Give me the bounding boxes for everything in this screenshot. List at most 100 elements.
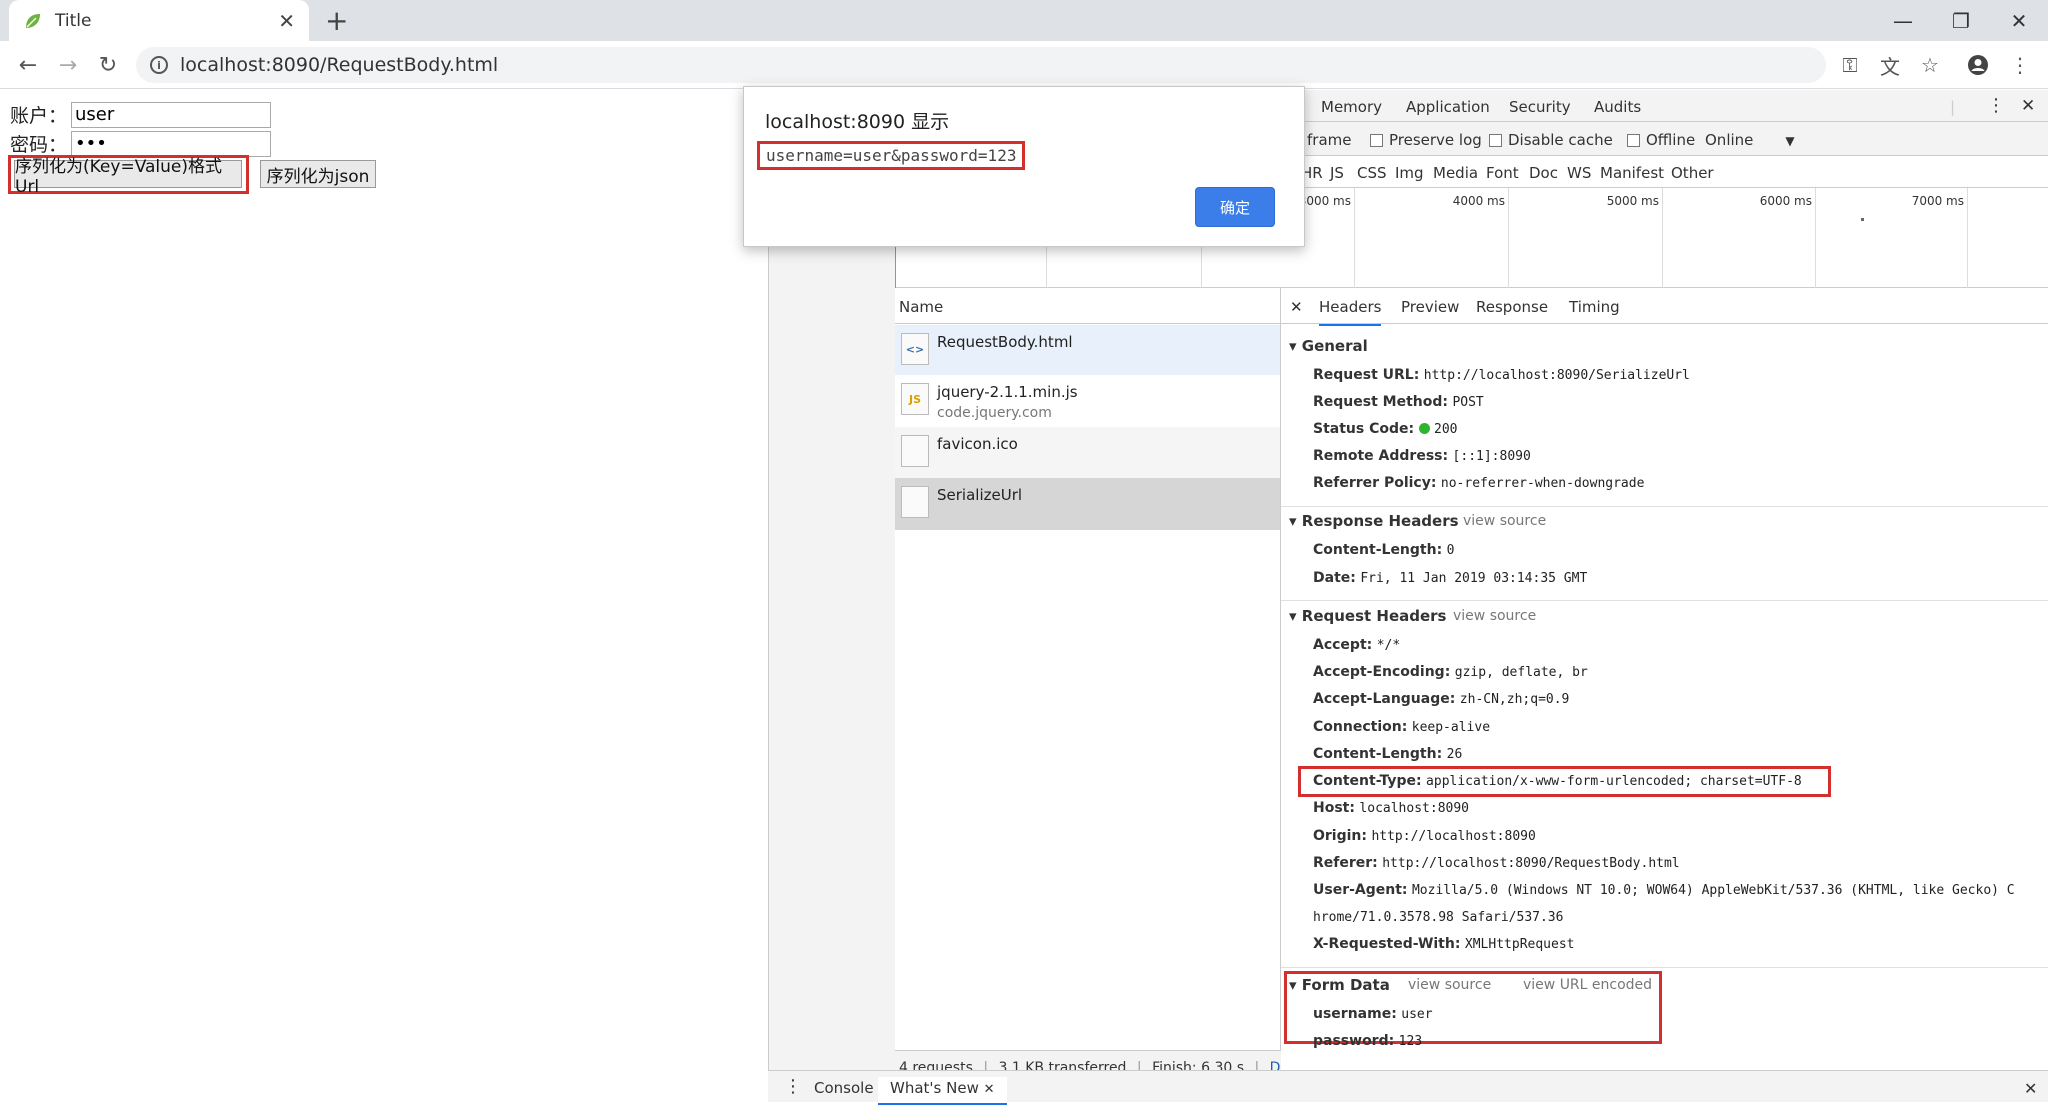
devtools-drawer: ⋮ Console What's New ✕ ✕ [768, 1070, 2048, 1105]
timeline-tick-label: 7000 ms [1911, 194, 1964, 208]
serialize-json-button[interactable]: 序列化为json [260, 160, 376, 188]
request-row[interactable]: JS jquery-2.1.1.min.js code.jquery.com [895, 375, 1280, 427]
section-title: General [1301, 337, 1368, 355]
throttle-select[interactable]: Online ▼ [1705, 131, 1795, 149]
form-data-line: password: 123 [1313, 1033, 1422, 1049]
tab-application[interactable]: Application [1406, 98, 1490, 116]
serialize-url-button[interactable]: 序列化为(Key=Value)格式Url [14, 157, 242, 197]
header-value: */* [1376, 638, 1401, 653]
tab-close-icon[interactable]: ✕ [278, 9, 295, 33]
column-header-name[interactable]: Name [895, 288, 1280, 324]
divider [1281, 967, 2048, 968]
username-label: 账户： [10, 105, 68, 127]
drawer-menu-icon[interactable]: ⋮ [784, 1076, 802, 1097]
view-source-link[interactable]: view source [1408, 977, 1491, 993]
address-bar[interactable]: i localhost:8090/RequestBody.html [136, 47, 1826, 83]
request-domain: code.jquery.com [937, 405, 1052, 421]
section-general[interactable]: ▾ General [1289, 337, 1368, 355]
view-source-link[interactable]: view source [1463, 513, 1546, 529]
timeline-tick: 7000 ms [1912, 188, 1968, 288]
tab-security[interactable]: Security [1509, 98, 1571, 116]
browser-tab[interactable]: Title ✕ [9, 0, 309, 41]
back-icon[interactable]: ← [10, 41, 46, 89]
tab-response[interactable]: Response [1476, 298, 1548, 316]
username-input[interactable] [71, 101, 272, 128]
offline-label: Offline [1646, 131, 1696, 149]
filter-font[interactable]: Font [1486, 164, 1519, 182]
timeline-tick-label: 6000 ms [1759, 194, 1812, 208]
file-icon [901, 435, 929, 467]
preserve-log-checkbox[interactable] [1370, 134, 1383, 147]
translate-icon[interactable]: 文 [1874, 49, 1906, 81]
section-form-data[interactable]: ▾ Form Data [1289, 976, 1390, 994]
new-tab-button[interactable]: + [325, 4, 348, 37]
timeline-tick: 6000 ms [1760, 188, 1816, 288]
view-url-encoded-link[interactable]: view URL encoded [1523, 977, 1652, 993]
tab-timing[interactable]: Timing [1569, 298, 1620, 316]
drawer-tab-console[interactable]: Console [814, 1079, 874, 1097]
drawer-close-icon[interactable]: ✕ [2024, 1079, 2037, 1098]
header-key: Content-Type: [1313, 773, 1422, 789]
divider: | [1950, 98, 1956, 116]
reload-icon[interactable]: ↻ [90, 41, 126, 89]
expand-triangle-icon: ▾ [1289, 976, 1302, 994]
form-value: 123 [1398, 1034, 1423, 1049]
header-line: User-Agent: Mozilla/5.0 (Windows NT 10.0… [1313, 882, 2015, 898]
tab-preview[interactable]: Preview [1401, 298, 1459, 316]
status-green-dot-icon [1418, 423, 1430, 434]
header-key: Request Method: [1313, 394, 1448, 410]
menu-icon[interactable]: ⋮ [2004, 49, 2036, 81]
drawer-tab-close-icon[interactable]: ✕ [984, 1082, 995, 1097]
section-title: Form Data [1301, 976, 1390, 994]
header-value: POST [1452, 395, 1484, 410]
request-row[interactable]: <> RequestBody.html [895, 325, 1280, 375]
filter-media[interactable]: Media [1433, 164, 1478, 182]
offline-checkbox[interactable] [1627, 134, 1640, 147]
tab-audits[interactable]: Audits [1594, 98, 1641, 116]
filter-manifest[interactable]: Manifest [1600, 164, 1664, 182]
header-value: application/x-www-form-urlencoded; chars… [1426, 774, 1802, 789]
devtools-menu-icon[interactable]: ⋮ [1987, 95, 2005, 116]
filter-js[interactable]: JS [1330, 164, 1344, 182]
disable-cache-checkbox[interactable] [1489, 134, 1502, 147]
offline-option[interactable]: Offline [1627, 131, 1695, 149]
section-request-headers[interactable]: ▾ Request Headers [1289, 607, 1447, 625]
header-line: Request Method: POST [1313, 394, 1484, 410]
request-row[interactable]: favicon.ico [895, 427, 1280, 478]
divider [1281, 506, 2048, 507]
tab-memory[interactable]: Memory [1321, 98, 1382, 116]
preserve-log-option[interactable]: Preserve log [1370, 131, 1482, 149]
header-value: no-referrer-when-downgrade [1440, 476, 1645, 491]
filter-img[interactable]: Img [1395, 164, 1424, 182]
filter-other[interactable]: Other [1671, 164, 1714, 182]
disable-cache-option[interactable]: Disable cache [1489, 131, 1613, 149]
filter-css[interactable]: CSS [1357, 164, 1387, 182]
header-line: hrome/71.0.3578.98 Safari/537.36 [1313, 909, 1563, 925]
forward-icon[interactable]: → [50, 41, 86, 89]
key-icon[interactable]: ⚿ [1834, 49, 1866, 81]
drawer-tab-label: What's New [890, 1079, 979, 1097]
filter-ws[interactable]: WS [1567, 164, 1591, 182]
ok-button[interactable]: 确定 [1195, 187, 1275, 227]
section-response-headers[interactable]: ▾ Response Headers [1289, 512, 1459, 530]
tab-headers[interactable]: Headers [1319, 298, 1382, 326]
timeline-tick-label: 5000 ms [1606, 194, 1659, 208]
drawer-tab-whats-new[interactable]: What's New ✕ [878, 1077, 1007, 1105]
header-value: 200 [1434, 422, 1458, 437]
bookmark-star-icon[interactable]: ☆ [1914, 49, 1946, 81]
details-close-icon[interactable]: ✕ [1290, 298, 1303, 316]
view-source-link[interactable]: view source [1453, 608, 1536, 624]
minimize-button[interactable]: — [1874, 0, 1932, 41]
details-tabs: ✕ Headers Preview Response Timing [1281, 288, 2048, 326]
profile-icon[interactable] [1962, 49, 1994, 81]
expand-triangle-icon: ▾ [1289, 512, 1302, 530]
form-key: password: [1313, 1033, 1395, 1049]
window-close-button[interactable]: ✕ [1990, 0, 2048, 41]
devtools-close-icon[interactable]: ✕ [2021, 96, 2035, 116]
restore-button[interactable]: ❐ [1932, 0, 1990, 41]
request-row[interactable]: SerializeUrl [895, 478, 1280, 530]
frame-option[interactable]: frame [1307, 131, 1351, 149]
info-icon[interactable]: i [150, 56, 168, 74]
timeline-tick-label: 4000 ms [1452, 194, 1505, 208]
filter-doc[interactable]: Doc [1529, 164, 1558, 182]
